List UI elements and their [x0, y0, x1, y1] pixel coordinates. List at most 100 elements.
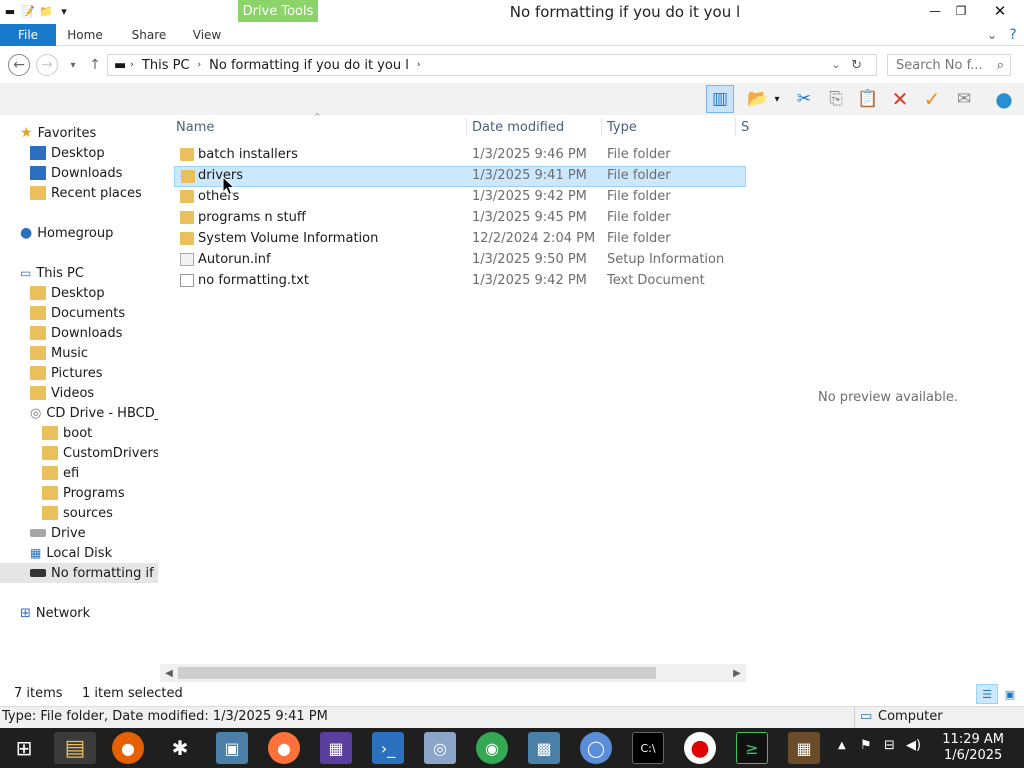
- nav-cd-sources[interactable]: sources: [42, 503, 113, 523]
- delete-icon[interactable]: ✕: [886, 85, 914, 113]
- drive-tools-tab[interactable]: Drive Tools: [238, 0, 318, 22]
- image-viewer-icon[interactable]: ▣: [216, 732, 248, 764]
- column-header-name[interactable]: Name: [176, 116, 214, 138]
- nav-current-drive[interactable]: No formatting if y: [0, 563, 158, 583]
- file-row[interactable]: programs n stuff 1/3/2025 9:45 PM File f…: [174, 208, 746, 229]
- column-divider[interactable]: [601, 118, 602, 136]
- column-divider[interactable]: [735, 118, 736, 136]
- horizontal-scrollbar[interactable]: ◀ ▶: [160, 664, 746, 682]
- tab-home[interactable]: Home: [60, 24, 110, 46]
- paste-icon[interactable]: 📋: [854, 85, 882, 113]
- column-header-date[interactable]: Date modified: [472, 116, 564, 138]
- nav-cd-efi[interactable]: efi: [42, 463, 79, 483]
- file-row[interactable]: Autorun.inf 1/3/2025 9:50 PM Setup Infor…: [174, 250, 746, 271]
- nav-fav-desktop[interactable]: Desktop: [30, 143, 105, 163]
- chevron-up-icon[interactable]: ▲: [838, 740, 846, 751]
- up-button[interactable]: ↑: [84, 54, 106, 76]
- chevron-down-icon[interactable]: ⌄: [832, 60, 840, 71]
- file-row[interactable]: System Volume Information 12/2/2024 2:04…: [174, 229, 746, 250]
- address-bar[interactable]: ▬ › This PC › No formatting if you do it…: [107, 54, 877, 76]
- nav-fav-recent[interactable]: Recent places: [30, 183, 142, 203]
- restore-button[interactable]: ❐: [946, 0, 976, 22]
- tab-view[interactable]: View: [184, 24, 230, 46]
- expand-ribbon-icon[interactable]: ⌄: [984, 24, 1000, 46]
- flag-icon[interactable]: ⚑: [860, 738, 872, 753]
- file-type: File folder: [607, 210, 671, 225]
- search-input[interactable]: Search No f... ⌕: [887, 54, 1011, 76]
- nav-homegroup[interactable]: ● Homegroup: [20, 223, 113, 243]
- firefox-alt-icon[interactable]: ●: [268, 732, 300, 764]
- sort-up-icon: ^: [314, 112, 321, 121]
- customize-qat-icon[interactable]: ▾: [56, 3, 72, 19]
- cut-icon[interactable]: ✂: [790, 85, 818, 113]
- chevron-right-icon[interactable]: ›: [417, 60, 421, 70]
- terminal-app-icon[interactable]: ≥: [736, 732, 768, 764]
- chromium-icon[interactable]: ◯: [580, 732, 612, 764]
- desktop-icon: [30, 146, 46, 160]
- new-folder-icon[interactable]: 📁: [38, 3, 54, 19]
- details-view-icon[interactable]: ☰: [976, 684, 998, 704]
- forward-button[interactable]: →: [36, 54, 58, 76]
- globe-icon[interactable]: ●: [990, 85, 1018, 113]
- email-icon[interactable]: ✉: [950, 85, 978, 113]
- tab-file[interactable]: File: [0, 24, 56, 46]
- nav-drive[interactable]: Drive: [30, 523, 86, 543]
- runner-app-icon[interactable]: ✱: [164, 732, 196, 764]
- breadcrumb-current[interactable]: No formatting if you do it you l: [209, 58, 409, 73]
- file-row[interactable]: no formatting.txt 1/3/2025 9:42 PM Text …: [174, 271, 746, 292]
- nav-cd-customdrivers[interactable]: CustomDrivers: [42, 443, 158, 463]
- copy-icon[interactable]: ⎘: [822, 85, 850, 113]
- nav-pc-documents[interactable]: Documents: [30, 303, 125, 323]
- column-header-type[interactable]: Type: [607, 116, 637, 138]
- scroll-left-icon[interactable]: ◀: [161, 665, 177, 681]
- network-icon[interactable]: ⊟: [884, 738, 895, 753]
- scrollbar-thumb[interactable]: [178, 667, 656, 679]
- breadcrumb-this-pc[interactable]: This PC: [142, 58, 190, 73]
- file-explorer-icon[interactable]: ▤: [54, 732, 96, 764]
- nav-favorites[interactable]: ★ Favorites: [20, 123, 96, 143]
- chrome-icon[interactable]: ◉: [476, 732, 508, 764]
- volume-icon[interactable]: ◀): [906, 738, 921, 753]
- system-tool-icon[interactable]: ▩: [528, 732, 560, 764]
- file-row[interactable]: others 1/3/2025 9:42 PM File folder: [174, 187, 746, 208]
- large-icons-view-icon[interactable]: ▣: [1000, 684, 1020, 704]
- file-row-selected[interactable]: drivers 1/3/2025 9:41 PM File folder: [174, 166, 746, 187]
- disk-tool-icon[interactable]: ◎: [424, 732, 456, 764]
- cpu-tool-icon[interactable]: ▦: [320, 732, 352, 764]
- preview-pane-icon[interactable]: ▥: [706, 85, 734, 113]
- column-divider[interactable]: [466, 118, 467, 136]
- nav-pc-videos[interactable]: Videos: [30, 383, 94, 403]
- nav-this-pc[interactable]: ▭ This PC: [20, 263, 84, 283]
- file-row[interactable]: batch installers 1/3/2025 9:46 PM File f…: [174, 145, 746, 166]
- clock[interactable]: 11:29 AM 1/6/2025: [942, 732, 1004, 764]
- nav-network[interactable]: ⊞ Network: [20, 603, 90, 623]
- back-button[interactable]: ←: [8, 54, 30, 76]
- nav-fav-downloads[interactable]: Downloads: [30, 163, 122, 183]
- firefox-icon[interactable]: ●: [112, 732, 144, 764]
- nav-cd-boot[interactable]: boot: [42, 423, 92, 443]
- search-icon[interactable]: ⌕: [997, 58, 1004, 73]
- crafting-app-icon[interactable]: ▦: [788, 732, 820, 764]
- refresh-icon[interactable]: ↻: [851, 58, 862, 73]
- rename-icon[interactable]: ✓: [918, 85, 946, 113]
- nav-pc-pictures[interactable]: Pictures: [30, 363, 102, 383]
- nav-pc-desktop[interactable]: Desktop: [30, 283, 105, 303]
- command-prompt-icon[interactable]: C:\: [632, 732, 664, 764]
- tab-share[interactable]: Share: [124, 24, 174, 46]
- nav-pc-downloads[interactable]: Downloads: [30, 323, 122, 343]
- nav-local-disk[interactable]: ▦ Local Disk: [30, 543, 112, 563]
- powershell-icon[interactable]: ›_: [372, 732, 404, 764]
- start-button[interactable]: ⊞: [8, 732, 40, 764]
- scroll-right-icon[interactable]: ▶: [729, 665, 745, 681]
- clock-date: 1/6/2025: [943, 748, 1003, 763]
- close-button[interactable]: ✕: [980, 0, 1020, 22]
- help-icon[interactable]: ?: [1004, 24, 1022, 46]
- chevron-down-icon[interactable]: ▾: [768, 85, 786, 113]
- column-header-size[interactable]: S: [741, 116, 749, 138]
- nav-cd-drive[interactable]: ◎ CD Drive - HBCD_: [30, 403, 158, 423]
- record-icon[interactable]: ●: [684, 732, 716, 764]
- recent-locations-icon[interactable]: ▾: [62, 54, 84, 76]
- nav-pc-music[interactable]: Music: [30, 343, 88, 363]
- nav-cd-programs[interactable]: Programs: [42, 483, 125, 503]
- properties-icon[interactable]: 📝: [20, 3, 36, 19]
